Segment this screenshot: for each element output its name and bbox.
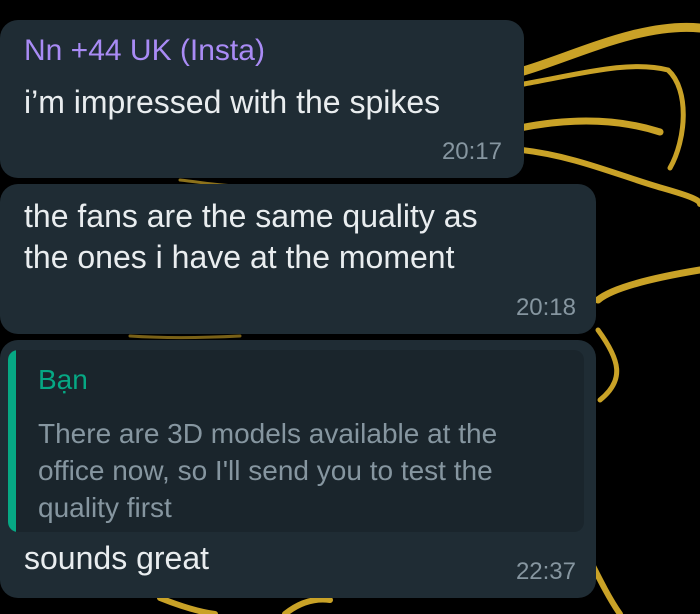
reply-quote-text-line: office now, so I'll send you to test the <box>38 455 493 486</box>
reply-quote-author: Bạn <box>38 364 88 395</box>
message-timestamp: 20:17 <box>441 138 502 165</box>
sender-name[interactable]: Nn +44 UK (Insta) <box>24 34 265 68</box>
wallpaper-ribbon <box>128 334 242 339</box>
message-text: i’m impressed with the spikes <box>24 84 441 120</box>
message-timestamp: 22:37 <box>515 558 576 585</box>
message-timestamp: 20:18 <box>515 294 576 321</box>
message-bubble-incoming[interactable]: Nn +44 UK (Insta) i’m impressed with the… <box>0 20 524 178</box>
wallpaper-ribbon <box>595 327 620 403</box>
wallpaper-ribbon <box>516 117 664 136</box>
message-text-line: the fans are the same quality as <box>24 198 478 234</box>
reply-quote-text-line: quality first <box>38 492 172 523</box>
message-bubble-incoming[interactable]: the fans are the same quality as the one… <box>0 184 596 334</box>
wallpaper-ribbon <box>594 266 700 304</box>
wallpaper-ribbon <box>282 596 333 614</box>
reply-quote[interactable]: Bạn There are 3D models available at the… <box>8 350 584 532</box>
reply-quote-accent-bar <box>8 350 16 532</box>
message-text-line: the ones i have at the moment <box>24 239 455 275</box>
message-text: sounds great <box>24 540 210 576</box>
message-bubble-incoming[interactable]: Bạn There are 3D models available at the… <box>0 340 596 598</box>
wallpaper-ribbon <box>515 22 700 77</box>
wallpaper-ribbon <box>157 595 218 614</box>
reply-quote-text-line: There are 3D models available at the <box>38 418 498 449</box>
chat-view: Nn +44 UK (Insta) i’m impressed with the… <box>0 0 700 614</box>
